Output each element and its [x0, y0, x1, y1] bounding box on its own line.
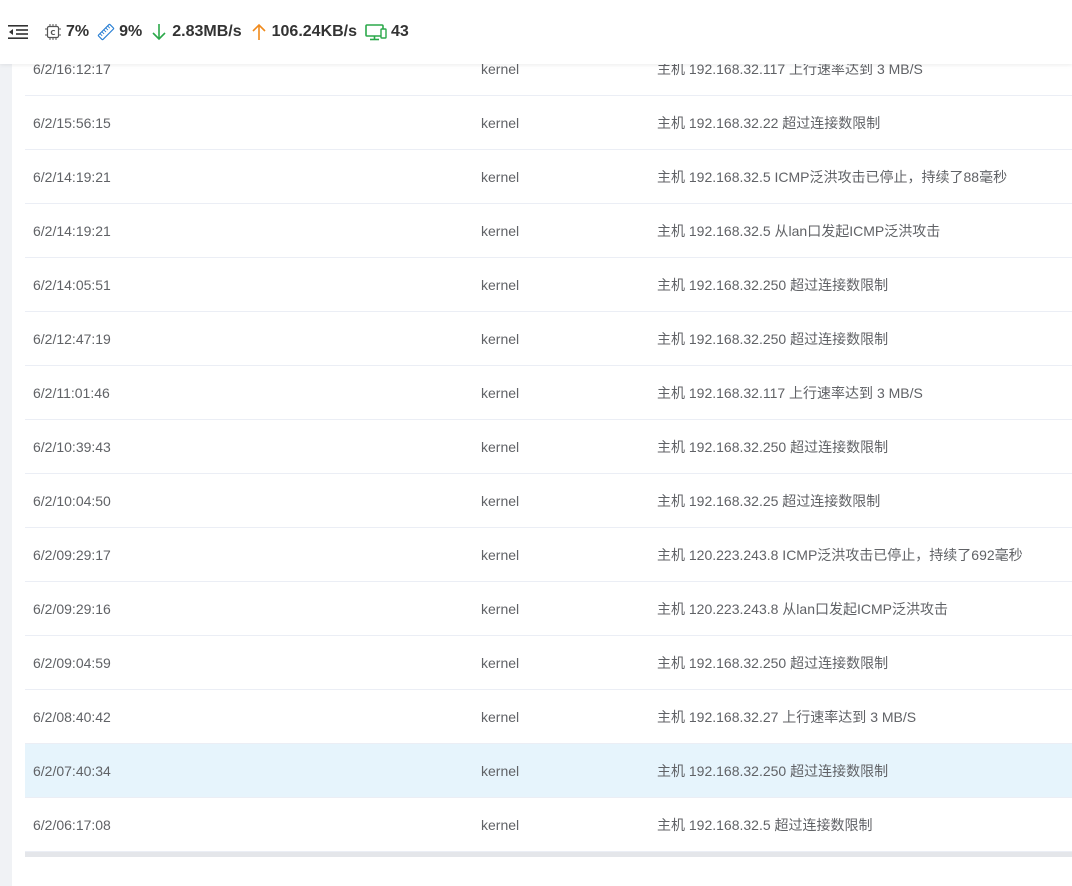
table-row[interactable]: 6/2/10:39:43 kernel 主机 192.168.32.250 超过… — [25, 420, 1072, 474]
devices-stat: 43 — [365, 23, 409, 41]
log-source: kernel — [481, 654, 520, 671]
log-time: 6/2/14:05:51 — [33, 276, 111, 293]
log-message: 主机 192.168.32.5 从lan口发起ICMP泛洪攻击 — [657, 222, 941, 239]
log-source: kernel — [481, 438, 520, 455]
arrow-down-icon — [150, 23, 168, 41]
log-time: 6/2/10:04:50 — [33, 492, 111, 509]
horizontal-scrollbar[interactable] — [25, 852, 1072, 857]
log-time: 6/2/12:47:19 — [33, 330, 111, 347]
log-time: 6/2/08:40:42 — [33, 708, 111, 725]
devices-value: 43 — [391, 23, 409, 40]
log-source: kernel — [481, 168, 520, 185]
log-message: 主机 192.168.32.250 超过连接数限制 — [657, 762, 889, 779]
log-source: kernel — [481, 816, 520, 833]
table-row[interactable]: 6/2/08:40:42 kernel 主机 192.168.32.27 上行速… — [25, 690, 1072, 744]
download-value: 2.83MB/s — [172, 23, 242, 40]
log-source: kernel — [481, 546, 520, 563]
log-message: 主机 192.168.32.25 超过连接数限制 — [657, 492, 881, 509]
cpu-value: 7% — [66, 23, 90, 40]
log-source: kernel — [481, 276, 520, 293]
log-time: 6/2/09:29:16 — [33, 600, 111, 617]
log-message: 主机 120.223.243.8 从lan口发起ICMP泛洪攻击 — [657, 600, 948, 617]
upload-value: 106.24KB/s — [271, 23, 358, 40]
log-table: 6/2/16:12:17 kernel 主机 192.168.32.117 上行… — [25, 42, 1072, 852]
log-time: 6/2/09:29:17 — [33, 546, 111, 563]
log-message: 主机 192.168.32.22 超过连接数限制 — [657, 114, 881, 131]
log-message: 主机 192.168.32.250 超过连接数限制 — [657, 438, 889, 455]
menu-fold-icon[interactable] — [8, 22, 28, 42]
table-row[interactable]: 6/2/06:17:08 kernel 主机 192.168.32.5 超过连接… — [25, 798, 1072, 852]
log-source: kernel — [481, 600, 520, 617]
table-row[interactable]: 6/2/15:56:15 kernel 主机 192.168.32.22 超过连… — [25, 96, 1072, 150]
table-row[interactable]: 6/2/09:04:59 kernel 主机 192.168.32.250 超过… — [25, 636, 1072, 690]
log-time: 6/2/14:19:21 — [33, 168, 111, 185]
memory-stick-icon — [97, 23, 115, 41]
log-message: 主机 192.168.32.117 上行速率达到 3 MB/S — [657, 384, 923, 401]
table-row[interactable]: 6/2/14:19:21 kernel 主机 192.168.32.5 ICMP… — [25, 150, 1072, 204]
log-time: 6/2/06:17:08 — [33, 816, 111, 833]
table-row[interactable]: 6/2/14:05:51 kernel 主机 192.168.32.250 超过… — [25, 258, 1072, 312]
log-message: 主机 192.168.32.27 上行速率达到 3 MB/S — [657, 708, 917, 725]
table-row[interactable]: 6/2/09:29:17 kernel 主机 120.223.243.8 ICM… — [25, 528, 1072, 582]
log-message: 主机 192.168.32.5 超过连接数限制 — [657, 816, 873, 833]
log-time: 6/2/11:01:46 — [33, 384, 110, 401]
log-message: 主机 192.168.32.250 超过连接数限制 — [657, 330, 889, 347]
log-time: 6/2/15:56:15 — [33, 114, 111, 131]
log-time: 6/2/14:19:21 — [33, 222, 111, 239]
upload-stat: 106.24KB/s — [250, 23, 357, 41]
monitor-icon — [365, 23, 387, 41]
svg-text:C: C — [50, 29, 55, 37]
log-source: kernel — [481, 384, 520, 401]
table-row[interactable]: 6/2/09:29:16 kernel 主机 120.223.243.8 从la… — [25, 582, 1072, 636]
log-time: 6/2/10:39:43 — [33, 438, 111, 455]
table-row[interactable]: 6/2/10:04:50 kernel 主机 192.168.32.25 超过连… — [25, 474, 1072, 528]
log-source: kernel — [481, 222, 520, 239]
log-time: 6/2/07:40:34 — [33, 762, 111, 779]
log-message: 主机 192.168.32.5 ICMP泛洪攻击已停止，持续了88毫秒 — [657, 168, 1008, 185]
status-header: C 7% 9% 2.83MB/s 106.24KB/s 43 — [0, 0, 1072, 64]
log-message: 主机 120.223.243.8 ICMP泛洪攻击已停止，持续了692毫秒 — [657, 546, 1023, 563]
download-stat: 2.83MB/s — [150, 23, 242, 41]
log-time: 6/2/09:04:59 — [33, 654, 111, 671]
arrow-up-icon — [250, 23, 268, 41]
log-source: kernel — [481, 708, 520, 725]
cpu-stat: C 7% — [44, 23, 89, 41]
log-source: kernel — [481, 114, 520, 131]
cpu-chip-icon: C — [44, 23, 62, 41]
log-message: 主机 192.168.32.250 超过连接数限制 — [657, 654, 889, 671]
table-row[interactable]: 6/2/14:19:21 kernel 主机 192.168.32.5 从lan… — [25, 204, 1072, 258]
table-row-highlighted[interactable]: 6/2/07:40:34 kernel 主机 192.168.32.250 超过… — [25, 744, 1072, 798]
log-message: 主机 192.168.32.250 超过连接数限制 — [657, 276, 889, 293]
memory-stat: 9% — [97, 23, 142, 41]
log-source: kernel — [481, 762, 520, 779]
log-source: kernel — [481, 492, 520, 509]
sidebar-edge — [0, 64, 12, 886]
log-source: kernel — [481, 330, 520, 347]
table-row[interactable]: 6/2/12:47:19 kernel 主机 192.168.32.250 超过… — [25, 312, 1072, 366]
table-row[interactable]: 6/2/11:01:46 kernel 主机 192.168.32.117 上行… — [25, 366, 1072, 420]
memory-value: 9% — [119, 23, 143, 40]
